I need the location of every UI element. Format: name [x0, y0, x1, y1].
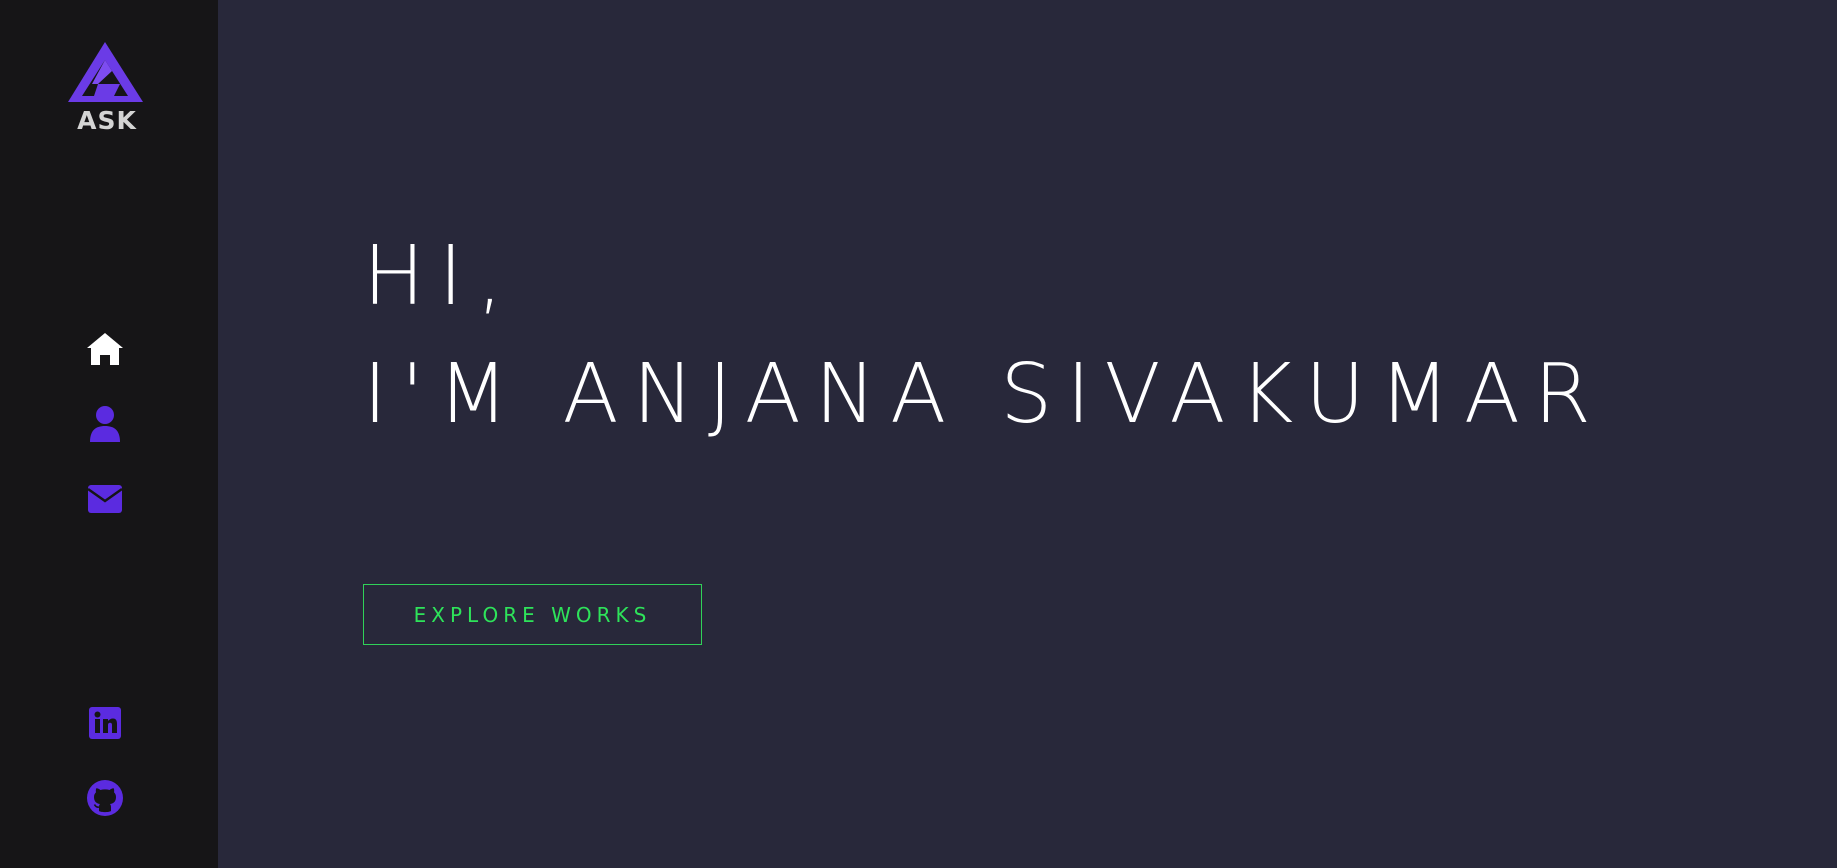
- nav-home[interactable]: [84, 328, 126, 370]
- social-linkedin[interactable]: [84, 702, 126, 744]
- page: ASK HI, I'M ANJANA SIVAKUMAR EXPLORE WOR…: [0, 0, 1837, 868]
- github-icon: [87, 780, 123, 816]
- hero-line-1: Hi,: [363, 229, 517, 324]
- logo-text: ASK: [77, 106, 137, 135]
- nav-about[interactable]: [84, 403, 126, 445]
- user-icon: [90, 406, 120, 442]
- home-icon: [87, 333, 123, 365]
- explore-works-button[interactable]: Explore Works: [363, 584, 702, 645]
- hero-line-2: I'm Anjana Sivakumar: [363, 347, 1605, 442]
- sidebar: ASK: [0, 0, 218, 868]
- hero-heading: Hi, I'm Anjana Sivakumar: [363, 218, 1605, 454]
- social-github[interactable]: [84, 777, 126, 819]
- linkedin-icon: [89, 707, 121, 739]
- nav-contact[interactable]: [84, 478, 126, 520]
- envelope-icon: [88, 485, 122, 513]
- logo[interactable]: ASK: [68, 42, 146, 136]
- main-content: Hi, I'm Anjana Sivakumar Explore Works: [218, 0, 1837, 868]
- triangle-logo-icon: [68, 42, 143, 102]
